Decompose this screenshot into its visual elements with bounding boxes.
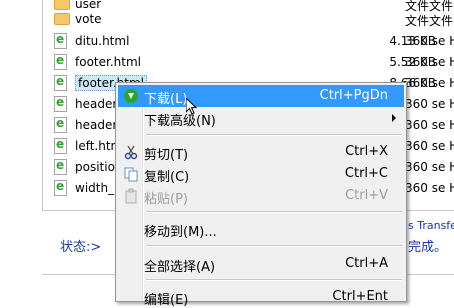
html-file-icon [54, 158, 70, 175]
menu-item-label: 剪切(T) [144, 148, 189, 163]
html-file-icon [54, 95, 70, 112]
folder-icon [54, 11, 70, 27]
menu-item-select-all[interactable]: 全部选择(A) Ctrl+A [118, 253, 404, 275]
file-name: vote [75, 12, 102, 26]
menu-separator [146, 134, 402, 136]
file-name: header [75, 97, 118, 111]
html-file-icon [54, 53, 70, 70]
html-file-icon [54, 116, 70, 133]
scissors-icon [123, 144, 139, 160]
file-row[interactable]: ditu.html 4.13 KB 360 se H [52, 31, 454, 52]
panel-border [42, 0, 43, 210]
file-name: ditu.html [75, 34, 130, 48]
file-name: width_r [75, 181, 120, 195]
file-row[interactable]: footer.html 5.52 KB 360 se H [52, 52, 454, 73]
file-row[interactable]: vote 文件文件 [52, 9, 454, 30]
menu-item-label: 下载高级(N) [144, 114, 216, 129]
menu-item-shortcut: Ctrl+PgDn [319, 88, 388, 103]
submenu-arrow-icon [392, 114, 396, 122]
file-type: 360 se H [405, 97, 454, 111]
menu-item-label: 编辑(E) [144, 293, 189, 308]
menu-item-edit[interactable]: 编辑(E) Ctrl+Ent [118, 286, 404, 308]
menu-separator [146, 211, 402, 213]
paste-icon [123, 188, 139, 204]
menu-separator [146, 279, 402, 281]
file-type: 360 se H [405, 160, 454, 174]
menu-separator [146, 245, 402, 247]
menu-item-move-to[interactable]: 移动到(M)... [118, 218, 404, 240]
menu-item-shortcut: Ctrl+Ent [332, 289, 388, 304]
menu-item-label: 复制(C) [144, 170, 190, 185]
status-done-text: 完成。 [408, 240, 448, 255]
file-name: header [75, 118, 118, 132]
menu-item-label: 全部选择(A) [144, 260, 216, 275]
status-label: 状态:> [60, 240, 102, 255]
menu-item-label: 移动到(M)... [144, 225, 217, 240]
menu-item-label: 粘贴(P) [144, 192, 188, 207]
html-file-icon [54, 179, 70, 196]
menu-item-download[interactable]: 下载(L) Ctrl+PgDn [118, 85, 404, 107]
menu-item-shortcut: Ctrl+X [345, 144, 388, 159]
menu-item-label: 下载(L) [144, 92, 188, 107]
menu-item-download-advanced[interactable]: 下载高级(N) [118, 107, 404, 129]
menu-item-paste[interactable]: 粘贴(P) Ctrl+V [118, 185, 404, 207]
status-transfer-text: s Transfe [408, 219, 454, 232]
context-menu: 下载(L) Ctrl+PgDn 下载高级(N) 剪切(T) Ctrl+X 复制(… [115, 82, 407, 308]
menu-item-copy[interactable]: 复制(C) Ctrl+C [118, 163, 404, 185]
file-type: 360 se H [405, 139, 454, 153]
menu-item-shortcut: Ctrl+V [345, 188, 388, 203]
download-icon [123, 88, 139, 104]
file-type: 360 se H [405, 34, 454, 48]
file-type: 360 se H [405, 55, 454, 69]
html-file-icon [54, 32, 70, 49]
file-type: 360 se H [405, 76, 454, 90]
file-type: 文件文件 [405, 14, 454, 28]
copy-icon [123, 166, 139, 182]
menu-item-cut[interactable]: 剪切(T) Ctrl+X [118, 141, 404, 163]
html-file-icon [54, 74, 70, 91]
file-type: 360 se H [405, 118, 454, 132]
menu-item-shortcut: Ctrl+C [344, 166, 388, 181]
html-file-icon [54, 137, 70, 154]
file-type: 360 se H [405, 181, 454, 195]
file-name: footer.html [75, 55, 141, 69]
menu-item-shortcut: Ctrl+A [345, 256, 388, 271]
